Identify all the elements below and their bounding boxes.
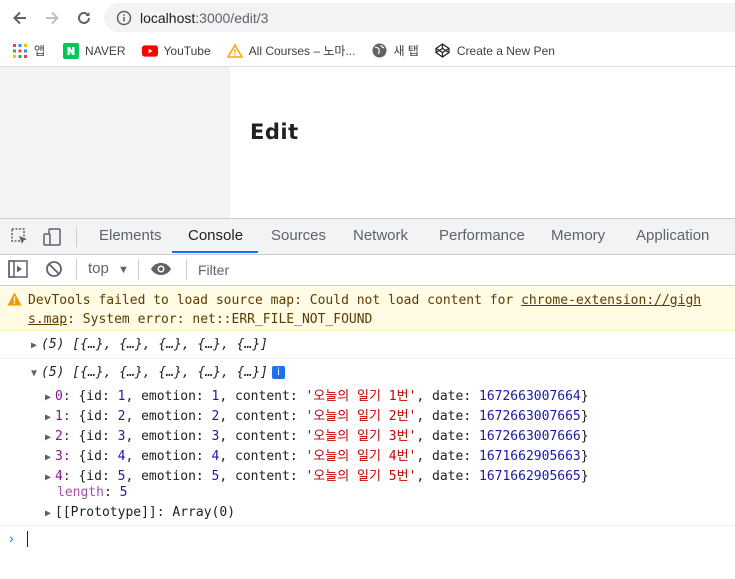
bookmark-all-courses[interactable]: All Courses – 노마... <box>226 42 356 59</box>
naver-icon <box>63 42 80 59</box>
expand-triangle-icon[interactable]: ▶ <box>45 432 55 443</box>
expand-triangle-icon[interactable]: ▶ <box>45 412 55 423</box>
text-caret <box>27 531 28 547</box>
bookmark-apps[interactable]: 앱 <box>12 42 45 59</box>
array-item-row[interactable]: ▶ 2: {id: 3, emotion: 3, content: '오늘의 일기… <box>45 425 589 444</box>
console-log-entry: ▶ (5) [{…}, {…}, {…}, {…}, {…}] <box>0 331 735 359</box>
console-log-entry: ▼ (5) [{…}, {…}, {…}, {…}, {…}] i ▶ 0: {id:… <box>0 359 735 525</box>
console-toolbar: top ▼ Filter <box>0 254 735 286</box>
source-map-link[interactable]: chrome-extension://gigh <box>521 293 701 308</box>
prototype-row[interactable]: ▶ [[Prototype]]: Array(0) <box>45 505 235 520</box>
tab-sources[interactable]: Sources <box>271 227 326 244</box>
filter-input[interactable]: Filter <box>198 262 229 278</box>
back-button[interactable] <box>8 6 32 30</box>
warning-text-line2: s.map: System error: net::ERR_FILE_NOT_F… <box>28 312 373 327</box>
divider <box>186 259 187 280</box>
source-map-link-end[interactable]: s.map <box>28 312 67 327</box>
sidebar-toggle-icon[interactable] <box>8 260 28 282</box>
arrow-right-icon <box>46 11 59 25</box>
warning-triangle-icon <box>226 43 243 59</box>
tab-network[interactable]: Network <box>353 227 408 244</box>
tab-memory[interactable]: Memory <box>551 227 605 244</box>
bookmark-label: Create a New Pen <box>456 43 555 58</box>
array-item-row[interactable]: ▶ 0: {id: 1, emotion: 1, content: '오늘의 일기… <box>45 385 589 404</box>
expand-triangle-icon[interactable]: ▶ <box>45 472 55 483</box>
divider <box>76 227 77 247</box>
array-length-row: length: 5 <box>57 485 128 500</box>
apps-grid-icon <box>12 43 28 59</box>
array-item-row[interactable]: ▶ 3: {id: 4, emotion: 4, content: '오늘의 일기… <box>45 445 589 464</box>
bookmark-label: All Courses – 노마... <box>248 44 356 58</box>
bookmarks-bar: 앱 NAVER YouTube All Courses – 노마... 새 탭 … <box>0 35 735 67</box>
console-prompt[interactable]: › <box>0 525 735 552</box>
warning-text-line1: DevTools failed to load source map: Coul… <box>28 293 702 308</box>
warning-icon <box>7 292 22 310</box>
collapse-triangle-icon[interactable]: ▼ <box>31 368 41 379</box>
live-expression-eye-icon[interactable] <box>150 262 172 280</box>
info-badge-icon[interactable]: i <box>271 366 285 379</box>
page-title: Edit <box>250 120 299 144</box>
bookmark-codepen[interactable]: Create a New Pen <box>435 43 555 59</box>
expand-triangle-icon[interactable]: ▶ <box>45 508 55 519</box>
console-warning: DevTools failed to load source map: Coul… <box>0 286 735 331</box>
bookmark-label: 앱 <box>34 44 46 58</box>
devtools-tab-bar: Elements Console Sources Network Perform… <box>0 218 735 255</box>
context-selector[interactable]: top ▼ <box>88 260 129 277</box>
tab-console[interactable]: Console <box>188 227 243 244</box>
array-summary: (5) [{…}, {…}, {…}, {…}, {…}] <box>41 365 268 380</box>
bookmark-label: NAVER <box>85 43 126 58</box>
reload-icon <box>78 11 90 24</box>
expand-triangle-icon[interactable]: ▶ <box>45 452 55 463</box>
clear-console-icon[interactable] <box>45 260 63 282</box>
tab-performance[interactable]: Performance <box>439 227 525 244</box>
divider <box>76 259 77 280</box>
address-bar[interactable]: localhost:3000/edit/3 <box>104 3 735 32</box>
bookmark-youtube[interactable]: YouTube <box>141 43 211 59</box>
array-item-row[interactable]: ▶ 4: {id: 5, emotion: 5, content: '오늘의 일기… <box>45 465 589 484</box>
browser-toolbar: localhost:3000/edit/3 <box>0 0 735 35</box>
dropdown-triangle-icon: ▼ <box>118 264 129 276</box>
arrow-left-icon <box>13 11 26 25</box>
youtube-icon <box>141 43 158 59</box>
array-summary: (5) [{…}, {…}, {…}, {…}, {…}] <box>41 337 268 352</box>
inspect-element-icon[interactable] <box>10 227 30 247</box>
codepen-icon <box>435 43 451 59</box>
url-text: localhost:3000/edit/3 <box>140 9 269 26</box>
bookmark-naver[interactable]: NAVER <box>63 42 126 59</box>
globe-icon <box>371 43 387 59</box>
info-icon[interactable] <box>116 10 132 26</box>
expanded-array[interactable]: ▼ (5) [{…}, {…}, {…}, {…}, {…}] i <box>31 365 285 380</box>
page-viewport: Edit <box>0 67 735 218</box>
bookmark-label: 새 탭 <box>393 44 419 58</box>
array-item-row[interactable]: ▶ 1: {id: 2, emotion: 2, content: '오늘의 일기… <box>45 405 589 424</box>
tab-elements[interactable]: Elements <box>99 227 162 244</box>
expand-triangle-icon[interactable]: ▶ <box>45 392 55 403</box>
context-label: top <box>88 260 109 277</box>
expandable-array[interactable]: ▶ (5) [{…}, {…}, {…}, {…}, {…}] <box>31 337 268 352</box>
bookmark-label: YouTube <box>163 43 211 58</box>
expand-triangle-icon[interactable]: ▶ <box>31 340 41 351</box>
bookmark-new-tab[interactable]: 새 탭 <box>371 42 419 59</box>
page-panel: Edit <box>230 67 735 218</box>
device-toolbar-icon[interactable] <box>42 227 62 247</box>
forward-button[interactable] <box>40 6 64 30</box>
divider <box>138 259 139 280</box>
tab-application[interactable]: Application <box>636 227 709 244</box>
active-tab-indicator <box>172 251 258 253</box>
prompt-chevron-icon: › <box>9 530 14 546</box>
reload-button[interactable] <box>72 6 96 30</box>
